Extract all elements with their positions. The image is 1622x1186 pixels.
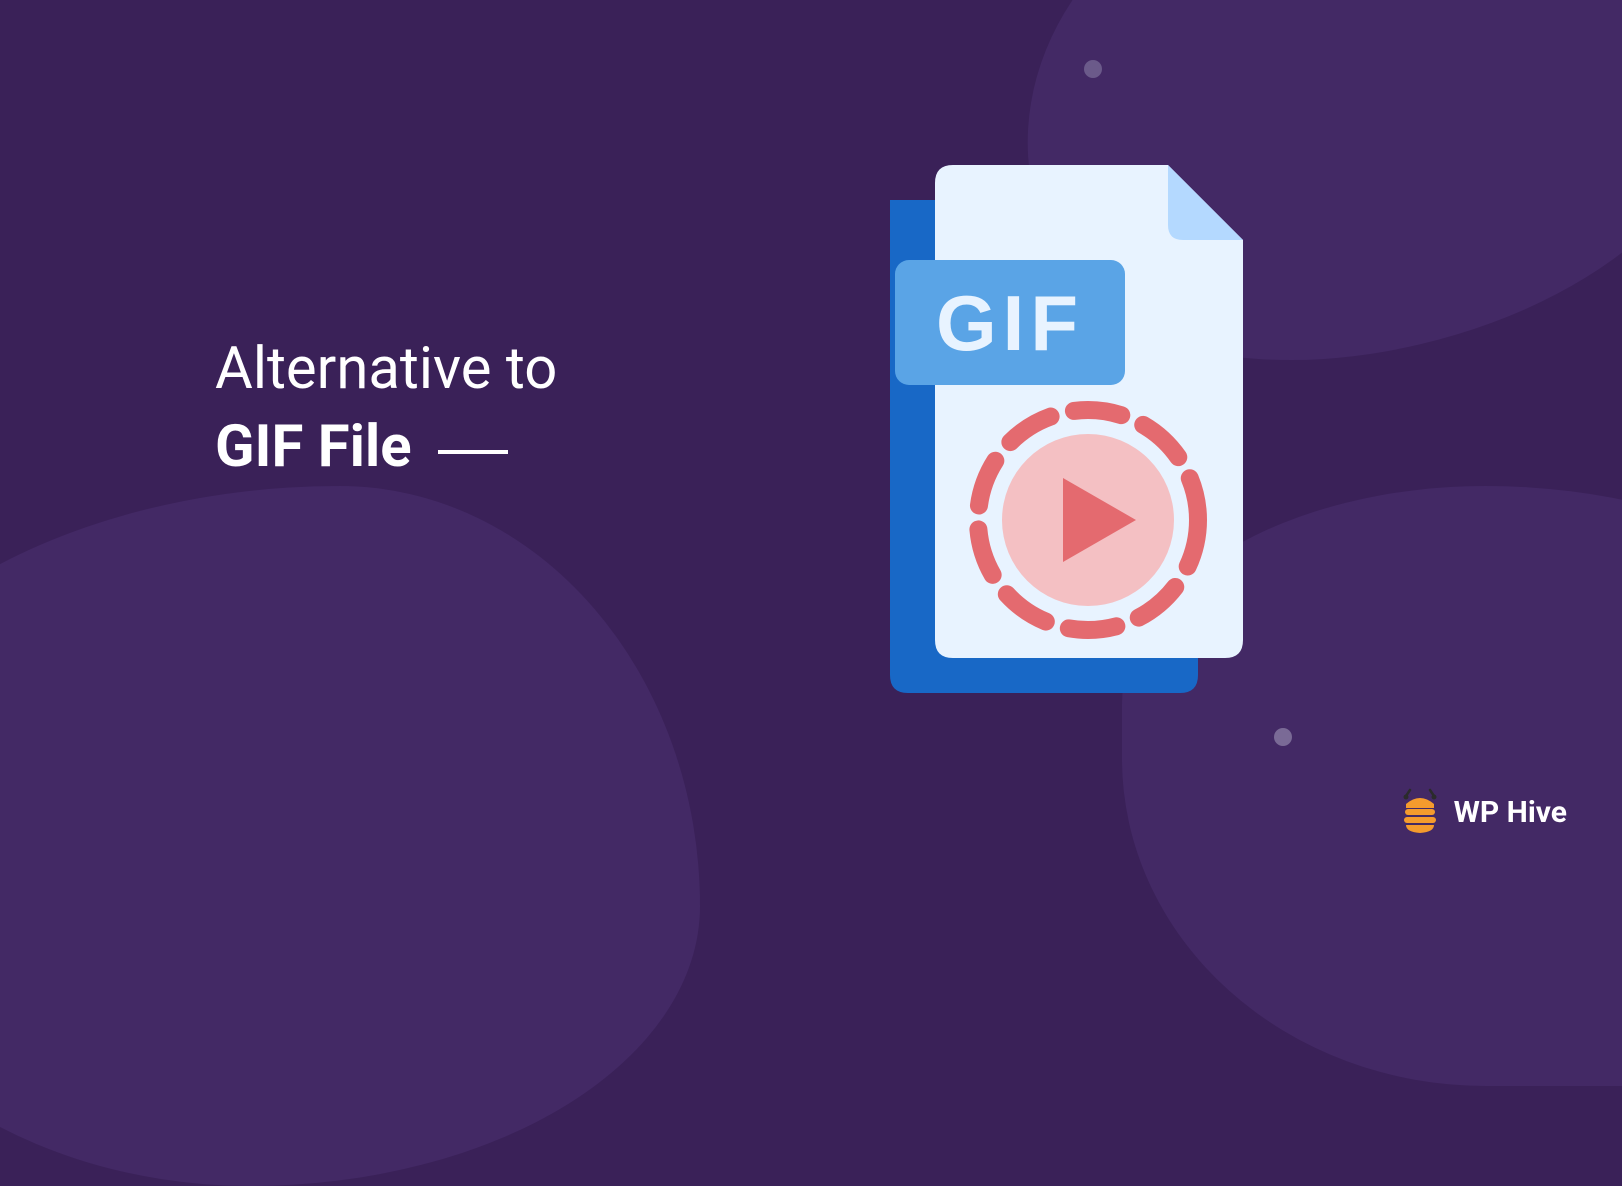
hive-icon	[1396, 786, 1444, 838]
heading-line-1: Alternative to	[215, 330, 557, 408]
gif-file-icon: GIF	[850, 145, 1270, 715]
decorative-dot	[1274, 728, 1292, 746]
brand-logo: WP Hive	[1396, 786, 1567, 838]
decorative-dot	[1084, 60, 1102, 78]
heading-line-2: GIF File	[215, 408, 412, 486]
main-heading: Alternative to GIF File	[215, 330, 557, 487]
file-badge-text: GIF	[936, 279, 1084, 367]
brand-name: WP Hive	[1454, 795, 1567, 830]
background-blob	[0, 486, 700, 1186]
heading-underline	[438, 450, 508, 454]
